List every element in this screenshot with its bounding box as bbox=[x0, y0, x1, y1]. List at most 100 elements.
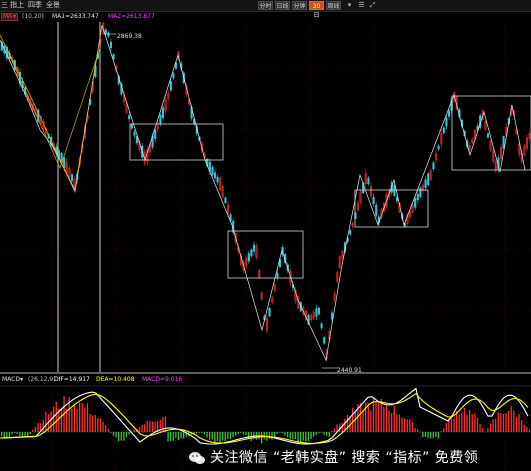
macd-histogram-bar bbox=[484, 431, 486, 433]
macd-histogram-bar bbox=[430, 432, 432, 439]
macd-histogram-bar bbox=[279, 432, 281, 433]
macd-histogram-bar bbox=[424, 432, 427, 437]
candle-body bbox=[315, 308, 318, 317]
candle-body bbox=[276, 272, 279, 279]
macd-histogram-bar bbox=[268, 432, 271, 439]
candle-body bbox=[172, 73, 175, 79]
candle-body bbox=[133, 131, 136, 136]
macd-histogram-bar bbox=[479, 423, 481, 432]
macd-histogram-bar bbox=[224, 432, 226, 442]
macd-histogram-bar bbox=[378, 401, 380, 432]
macd-histogram-bar bbox=[401, 417, 403, 432]
macd-histogram-bar bbox=[32, 429, 34, 432]
macd-histogram-bar bbox=[458, 414, 460, 432]
macd-histogram-bar bbox=[469, 409, 471, 432]
macd-histogram-bar bbox=[229, 432, 232, 440]
candle-body bbox=[447, 110, 451, 117]
macd-histogram-bar bbox=[235, 432, 237, 436]
wechat-logo-icon bbox=[189, 452, 205, 464]
candle-body bbox=[128, 115, 131, 120]
macd-histogram-bar bbox=[60, 408, 63, 432]
macd-histogram-bar bbox=[151, 421, 154, 432]
macd-histogram-bar bbox=[154, 421, 156, 432]
macd-histogram-bar bbox=[45, 411, 47, 432]
macd-histogram-bar bbox=[406, 419, 408, 432]
macd-histogram-bar bbox=[292, 432, 294, 440]
macd-histogram-bar bbox=[474, 413, 476, 432]
macd-histogram-bar bbox=[323, 432, 325, 435]
macd-histogram-bar bbox=[232, 432, 234, 438]
macd-histogram-bar bbox=[162, 417, 164, 432]
macd-histogram-bar bbox=[115, 432, 117, 438]
candle-body bbox=[372, 197, 375, 204]
macd-histogram-bar bbox=[411, 422, 414, 432]
macd-histogram-bar bbox=[367, 402, 369, 432]
macd-histogram-bar bbox=[500, 413, 502, 432]
macd-histogram-bar bbox=[175, 432, 177, 439]
price-box bbox=[227, 230, 304, 279]
candle-body bbox=[107, 32, 110, 37]
stock-chart[interactable]: 2869.38 2440.91 bbox=[0, 0, 531, 471]
candle-body bbox=[112, 54, 115, 60]
macd-histogram-bar bbox=[489, 423, 492, 432]
macd-histogram-bar bbox=[203, 432, 206, 435]
candle-body bbox=[70, 174, 74, 181]
candle-body bbox=[437, 145, 440, 150]
macd-histogram-bar bbox=[110, 432, 112, 433]
macd-histogram-bar bbox=[328, 432, 330, 437]
macd-histogram-bar bbox=[284, 432, 286, 436]
macd-histogram-bar bbox=[502, 413, 505, 432]
watermark-text: 关注微信 “老韩实盘” 搜索 “指标” 免费领 bbox=[210, 450, 479, 466]
macd-histogram-bar bbox=[528, 429, 531, 432]
macd-histogram-bar bbox=[201, 432, 203, 433]
candle-body bbox=[211, 166, 214, 176]
macd-histogram-bar bbox=[141, 424, 143, 432]
macd-histogram-bar bbox=[242, 432, 245, 435]
macd-histogram-bar bbox=[466, 414, 468, 432]
macd-histogram-bar bbox=[138, 427, 141, 432]
macd-histogram-bar bbox=[81, 403, 83, 432]
candle-body bbox=[169, 81, 172, 91]
macd-histogram-bar bbox=[326, 432, 328, 436]
macd-histogram-bar bbox=[450, 416, 453, 432]
macd-histogram-bar bbox=[305, 432, 307, 442]
macd-histogram-bar bbox=[471, 414, 473, 432]
candle-body bbox=[250, 249, 253, 257]
macd-histogram-bar bbox=[476, 417, 479, 432]
macd-histogram-bar bbox=[53, 406, 55, 432]
macd-histogram-bar bbox=[359, 402, 362, 432]
macd-histogram-bar bbox=[339, 423, 341, 432]
macd-histogram-bar bbox=[55, 401, 57, 432]
macd-histogram-bar bbox=[380, 398, 382, 432]
macd-histogram-bar bbox=[97, 418, 99, 432]
macd-histogram-bar bbox=[391, 412, 393, 432]
macd-histogram-bar bbox=[94, 414, 96, 432]
macd-histogram-bar bbox=[16, 432, 18, 435]
macd-histogram-bar bbox=[320, 432, 323, 433]
macd-histogram-bar bbox=[183, 432, 185, 439]
macd-histogram-bar bbox=[310, 432, 312, 439]
macd-histogram-bar bbox=[144, 424, 146, 432]
macd-histogram-bar bbox=[133, 429, 135, 432]
macd-histogram-bar bbox=[170, 432, 172, 442]
macd-histogram-bar bbox=[302, 432, 304, 441]
macd-histogram-bar bbox=[492, 419, 494, 432]
candle-body bbox=[109, 41, 113, 48]
candle-body bbox=[247, 253, 250, 262]
macd-histogram-bar bbox=[50, 411, 52, 432]
candle-body bbox=[502, 136, 505, 149]
macd-histogram-bar bbox=[333, 428, 336, 432]
candle-body bbox=[268, 307, 271, 317]
macd-histogram-bar bbox=[11, 432, 13, 435]
candle-body bbox=[216, 176, 219, 183]
macd-histogram-bar bbox=[370, 410, 372, 432]
macd-histogram-bar bbox=[8, 432, 11, 438]
candle-body bbox=[445, 117, 448, 127]
macd-histogram-bar bbox=[227, 432, 229, 440]
macd-histogram-bar bbox=[385, 405, 388, 432]
macd-histogram-bar bbox=[352, 407, 354, 432]
macd-histogram-bar bbox=[505, 413, 507, 432]
macd-histogram-bar bbox=[19, 432, 21, 437]
macd-histogram-bar bbox=[294, 432, 297, 440]
macd-histogram-bar bbox=[396, 414, 398, 432]
